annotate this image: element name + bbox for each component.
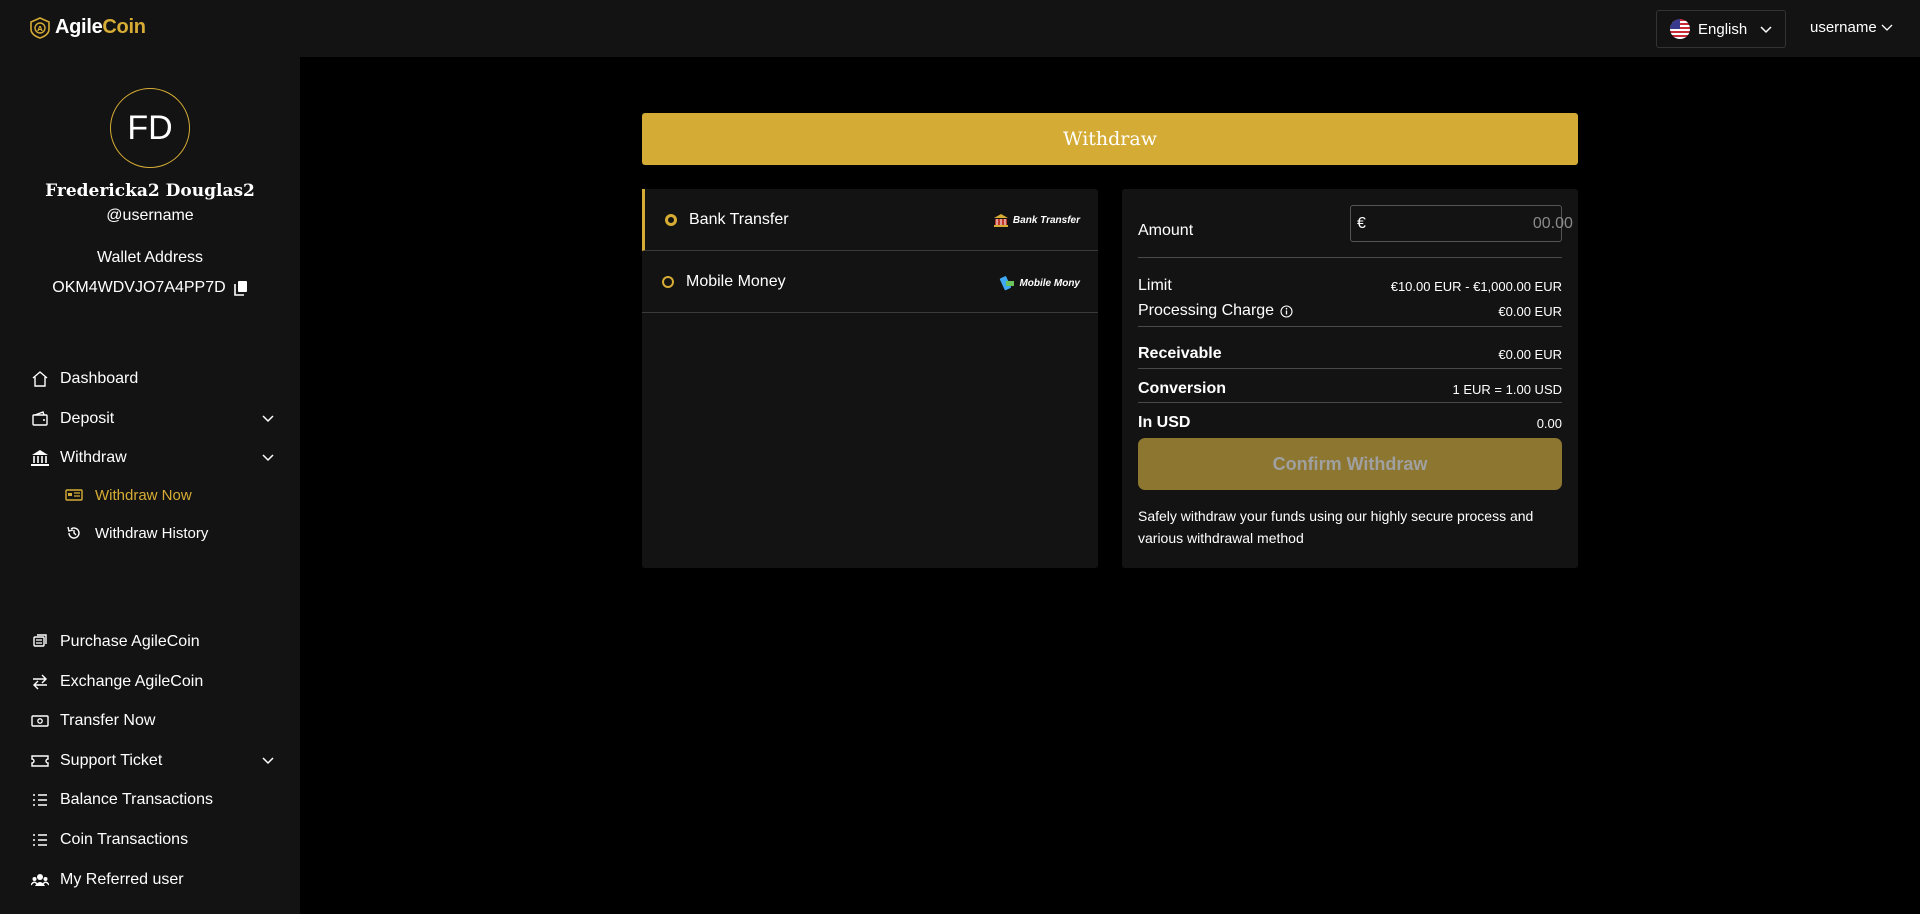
sidebar-item-coin-transactions[interactable]: Coin Transactions	[30, 830, 275, 850]
bank-building-icon	[993, 214, 1008, 227]
user-full-name: Fredericka2 Douglas2	[45, 181, 255, 201]
sidebar-item-deposit[interactable]: Deposit	[30, 409, 275, 429]
sidebar-item-purchase[interactable]: Purchase AgileCoin	[30, 632, 275, 652]
method-mobile-money[interactable]: Mobile Money Mobile Mony	[642, 251, 1098, 313]
mobile-money-logo: Mobile Mony	[999, 275, 1080, 291]
bank-icon	[30, 448, 50, 468]
sidebar-item-exchange[interactable]: Exchange AgileCoin	[30, 672, 275, 692]
sidebar-item-label: Coin Transactions	[60, 831, 189, 848]
chevron-down-icon	[262, 415, 274, 423]
sidebar-item-support[interactable]: Support Ticket	[30, 751, 275, 771]
sidebar-subitem-label: Withdraw History	[95, 524, 209, 542]
top-bar: A AgileCoin English username	[0, 0, 1920, 57]
bank-transfer-logo: Bank Transfer	[993, 213, 1080, 227]
in-usd-label: In USD	[1138, 414, 1191, 431]
sidebar-item-label: Exchange AgileCoin	[60, 673, 204, 690]
processing-charge-label-group: Processing Charge	[1138, 302, 1293, 320]
receivable-value: €0.00 EUR	[1498, 346, 1562, 362]
in-usd-row: In USD 0.00	[1138, 414, 1562, 432]
sidebar-item-label: Deposit	[60, 410, 115, 427]
confirm-withdraw-button[interactable]: Confirm Withdraw	[1138, 438, 1562, 490]
sidebar-item-transfer[interactable]: Transfer Now	[30, 711, 275, 731]
user-handle: @username	[106, 207, 194, 224]
sidebar-item-label: Support Ticket	[60, 752, 163, 769]
sidebar-item-withdraw[interactable]: Withdraw	[30, 448, 275, 468]
conversion-row: Conversion 1 EUR = 1.00 USD	[1138, 380, 1562, 398]
processing-charge-row: Processing Charge €0.00 EUR	[1138, 302, 1562, 320]
processing-charge-value: €0.00 EUR	[1498, 303, 1562, 319]
history-icon	[65, 524, 83, 542]
sidebar-item-label: Balance Transactions	[60, 791, 213, 808]
sidebar-subitem-withdraw-history[interactable]: Withdraw History	[65, 524, 208, 542]
processing-charge-label: Processing Charge	[1138, 302, 1275, 319]
users-icon	[30, 870, 50, 890]
withdraw-summary-panel: Amount € Limit €10.00 EUR - €1,000.00 EU…	[1122, 189, 1579, 568]
sidebar-item-label: Purchase AgileCoin	[60, 633, 200, 650]
sidebar-item-dashboard[interactable]: Dashboard	[30, 369, 275, 389]
wallet-address-value: OKM4WDVJO7A4PP7D	[52, 279, 226, 296]
limit-label: Limit	[1138, 277, 1172, 294]
mobile-phone-icon	[1000, 276, 1015, 291]
chevron-down-icon	[1760, 26, 1772, 34]
currency-symbol: €	[1357, 214, 1366, 232]
conversion-label: Conversion	[1138, 380, 1227, 397]
chevron-down-icon	[1881, 24, 1893, 31]
sidebar: FD Fredericka2 Douglas2 @username Wallet…	[0, 57, 300, 914]
us-flag-icon	[1670, 19, 1690, 39]
language-selector[interactable]: English	[1656, 10, 1786, 48]
brand-logo[interactable]: A AgileCoin	[29, 16, 146, 39]
info-icon[interactable]	[1280, 304, 1293, 318]
svg-text:A: A	[37, 25, 43, 33]
brand-name: AgileCoin	[55, 16, 146, 38]
sidebar-item-label: Withdraw	[60, 449, 127, 466]
limit-value: €10.00 EUR - €1,000.00 EUR	[1390, 278, 1562, 294]
chevron-down-icon	[262, 757, 274, 765]
sidebar-item-balance-transactions[interactable]: Balance Transactions	[30, 790, 275, 810]
divider	[1138, 257, 1562, 258]
copy-icon[interactable]	[233, 280, 248, 296]
coin-logo-icon: A	[30, 16, 50, 39]
chevron-down-icon	[262, 454, 274, 462]
amount-field: €	[1350, 205, 1579, 242]
exchange-icon	[30, 672, 50, 692]
list-icon	[30, 830, 50, 850]
withdraw-note: Safely withdraw your funds using our hig…	[1138, 508, 1534, 546]
sidebar-subitem-label: Withdraw Now	[95, 486, 192, 504]
user-menu-label: username	[1810, 19, 1877, 36]
sidebar-item-referred-users[interactable]: My Referred user	[30, 870, 275, 890]
page-title: Withdraw	[642, 113, 1578, 165]
receivable-label: Receivable	[1138, 345, 1222, 362]
method-bank-transfer[interactable]: Bank Transfer Bank Transfer	[642, 189, 1098, 251]
limit-row: Limit €10.00 EUR - €1,000.00 EUR	[1138, 277, 1562, 295]
list-icon	[30, 790, 50, 810]
sidebar-item-label: Transfer Now	[60, 712, 156, 729]
amount-input[interactable]	[1365, 214, 1579, 233]
cash-icon	[30, 711, 50, 731]
divider	[1138, 402, 1562, 403]
sidebar-item-label: Dashboard	[60, 370, 139, 387]
avatar: FD	[110, 88, 190, 168]
sidebar-subitem-withdraw-now[interactable]: Withdraw Now	[65, 486, 192, 504]
coins-icon	[30, 632, 50, 652]
divider	[1138, 368, 1562, 369]
receivable-row: Receivable €0.00 EUR	[1138, 345, 1562, 363]
radio-button[interactable]	[662, 275, 674, 288]
language-label: English	[1698, 20, 1748, 38]
withdraw-method-list: Bank Transfer Bank Transfer Mobile Money…	[642, 189, 1098, 568]
in-usd-value: 0.00	[1536, 415, 1562, 431]
wallet-address: OKM4WDVJO7A4PP7D	[0, 279, 300, 297]
method-name: Bank Transfer	[689, 210, 789, 228]
conversion-value: 1 EUR = 1.00 USD	[1452, 381, 1562, 397]
user-menu[interactable]: username	[1810, 19, 1893, 36]
home-icon	[30, 369, 50, 389]
wallet-icon	[30, 409, 50, 429]
ticket-icon	[30, 751, 50, 771]
money-card-icon	[65, 486, 83, 504]
amount-label: Amount	[1138, 222, 1194, 239]
divider	[1138, 326, 1562, 327]
radio-button[interactable]	[665, 213, 677, 226]
method-name: Mobile Money	[686, 272, 786, 290]
sidebar-item-label: My Referred user	[60, 871, 184, 888]
wallet-address-label: Wallet Address	[96, 249, 204, 266]
